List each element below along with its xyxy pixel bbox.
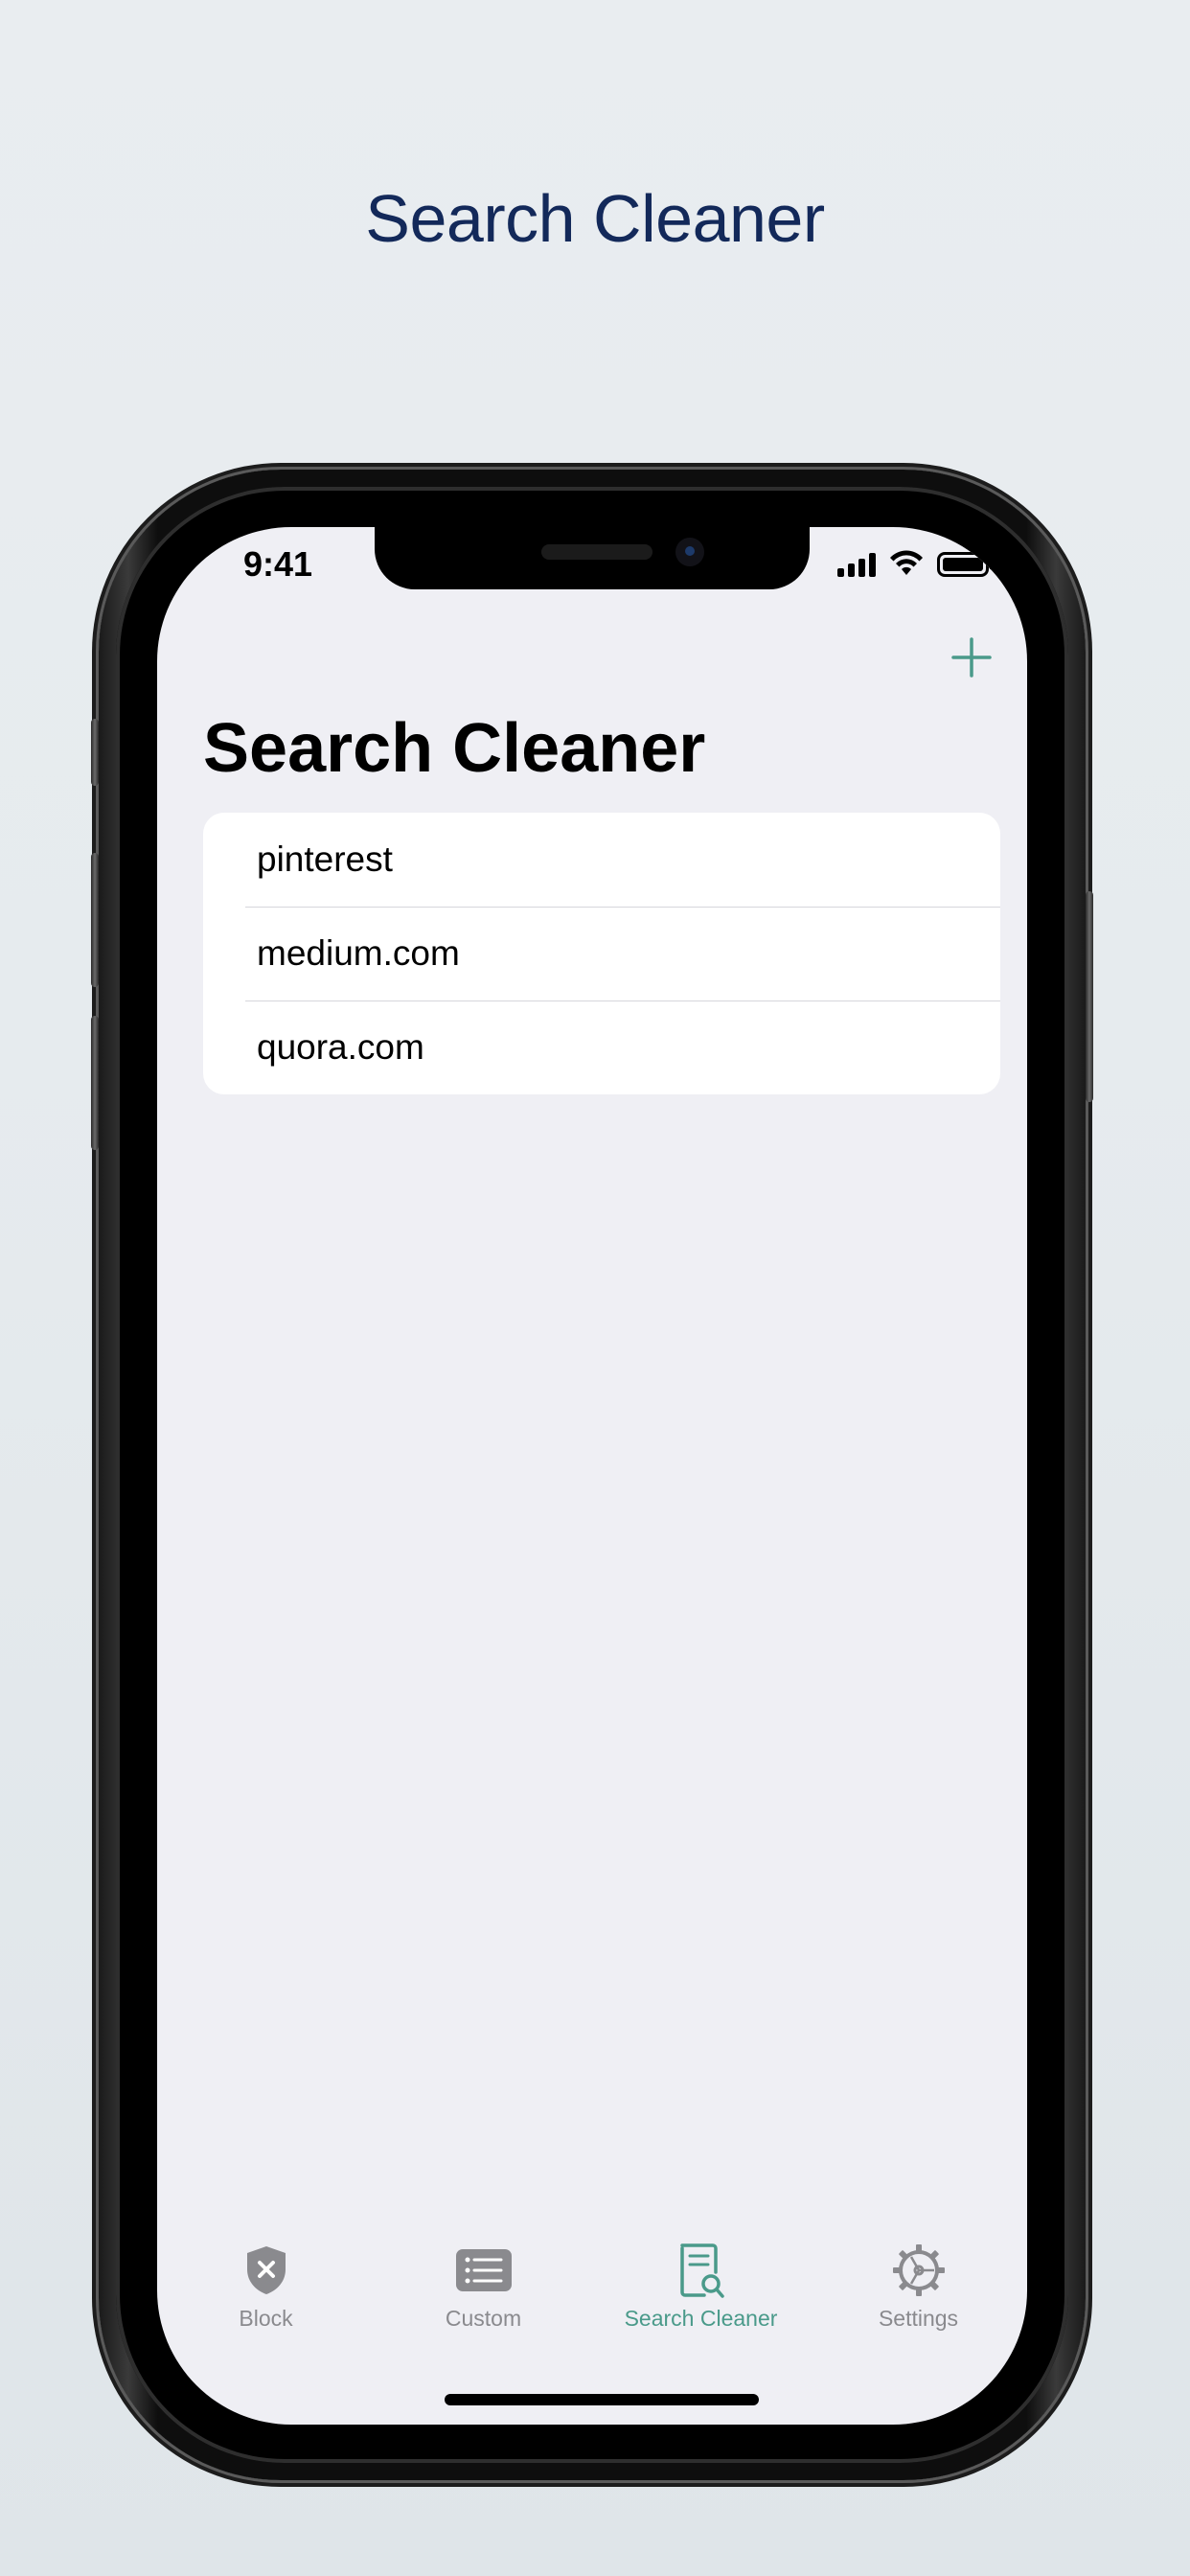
home-indicator[interactable] <box>445 2394 759 2405</box>
tab-block[interactable]: Block <box>157 2241 375 2356</box>
plus-icon <box>951 637 992 678</box>
list-item[interactable]: quora.com <box>203 1000 1000 1094</box>
list-icon <box>455 2249 512 2291</box>
document-search-icon <box>679 2243 724 2298</box>
domain-list: pinterest medium.com quora.com <box>203 813 1000 1094</box>
list-item[interactable]: pinterest <box>203 813 1000 907</box>
add-button[interactable] <box>950 636 993 678</box>
front-camera <box>675 538 704 566</box>
wifi-icon <box>890 550 923 575</box>
tab-bar: Block Custom Search Cleaner Settings <box>157 2241 1027 2356</box>
status-time: 9:41 <box>243 544 313 584</box>
gear-icon <box>892 2244 945 2296</box>
battery-icon <box>937 552 994 577</box>
cellular-signal-icon <box>837 552 876 577</box>
mute-switch <box>91 719 99 786</box>
speaker-grille <box>541 544 652 560</box>
app-screen: 9:41 Search Cleaner pinterest medium.com… <box>157 527 1027 2425</box>
list-item-label: quora.com <box>257 1027 424 1067</box>
shield-x-icon <box>246 2246 286 2294</box>
list-item-label: medium.com <box>257 933 460 973</box>
phone-frame: 9:41 Search Cleaner pinterest medium.com… <box>91 470 1093 2480</box>
status-icons <box>837 550 994 577</box>
tab-search-cleaner[interactable]: Search Cleaner <box>592 2241 810 2356</box>
tab-label: Settings <box>878 2306 959 2331</box>
promo-title: Search Cleaner <box>365 181 825 256</box>
list-item[interactable]: medium.com <box>203 907 1000 1000</box>
volume-up-button <box>91 853 99 987</box>
power-button <box>1086 891 1093 1102</box>
tab-label: Block <box>239 2306 293 2331</box>
tab-custom[interactable]: Custom <box>375 2241 592 2356</box>
volume-down-button <box>91 1016 99 1150</box>
notch <box>375 527 810 589</box>
list-item-label: pinterest <box>257 840 393 879</box>
page-title: Search Cleaner <box>203 710 706 787</box>
tab-settings[interactable]: Settings <box>810 2241 1027 2356</box>
tab-label: Custom <box>445 2306 522 2331</box>
tab-label: Search Cleaner <box>624 2306 778 2331</box>
